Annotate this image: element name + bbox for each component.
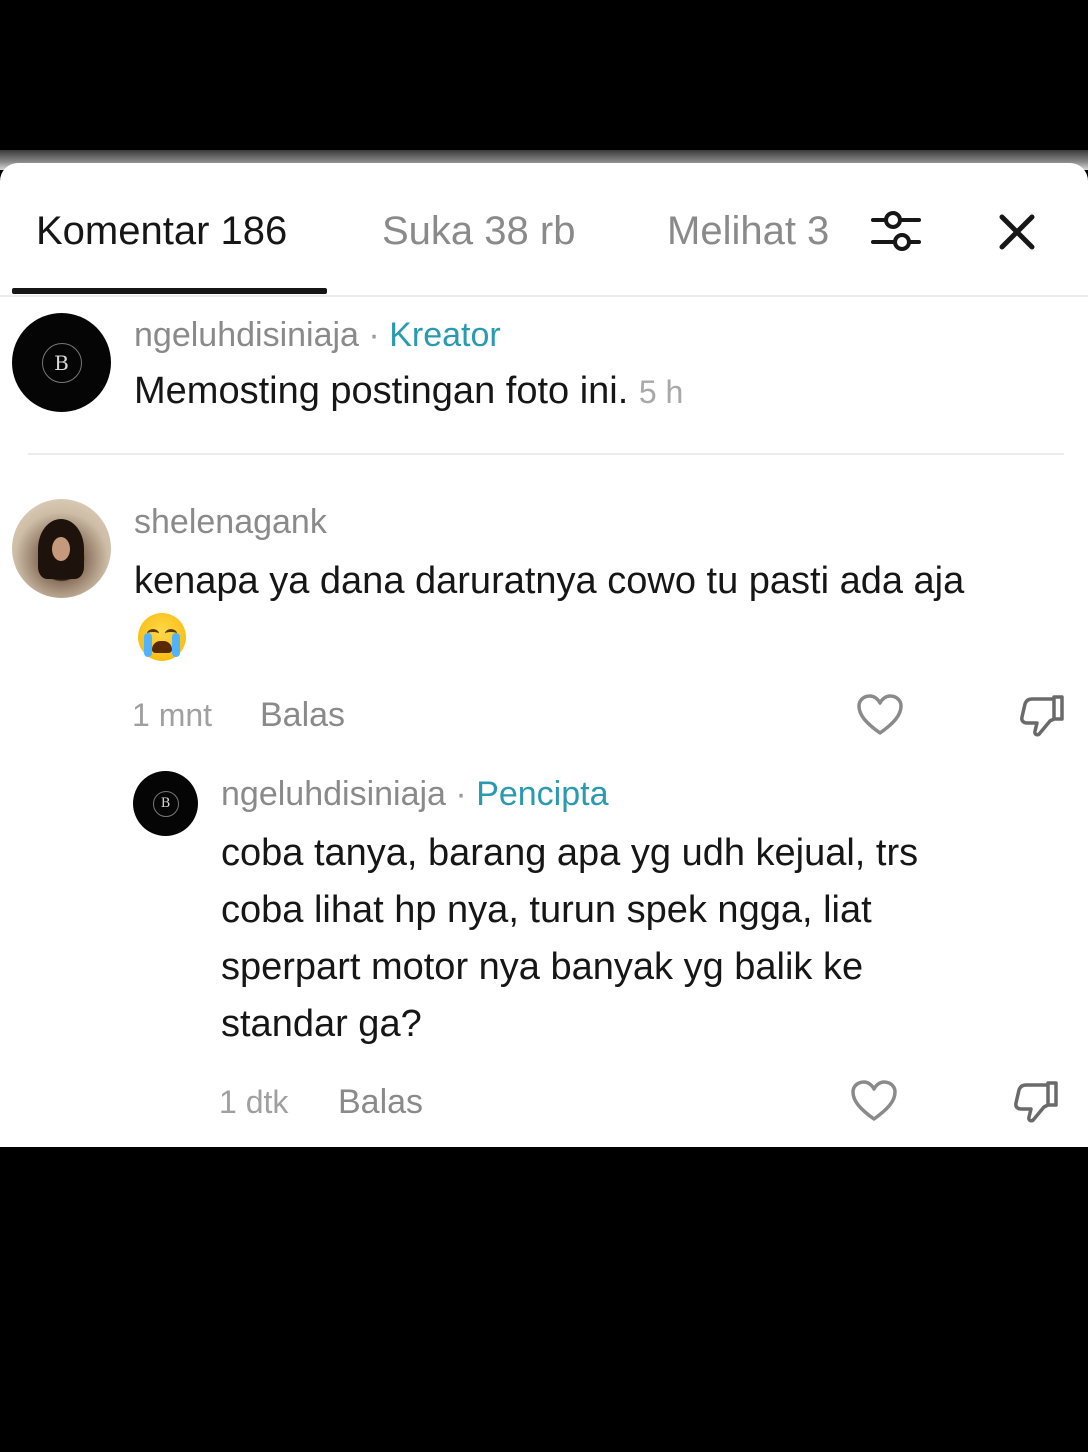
comment-like-button[interactable] <box>854 691 906 739</box>
reply-line: sperpart motor nya banyak yg balik ke <box>221 946 864 988</box>
comments-sheet: Komentar 186 Suka 38 rb Melihat 3 B ngel… <box>0 163 1088 1147</box>
avatar-monogram: B <box>41 342 82 383</box>
reply-badge: Pencipta <box>476 775 609 813</box>
thumbs-down-icon <box>1020 695 1064 737</box>
avatar-face <box>52 537 70 561</box>
tab-bar: Komentar 186 Suka 38 rb Melihat 3 <box>0 163 1088 297</box>
heart-icon <box>851 1080 897 1121</box>
filter-button[interactable] <box>866 203 926 259</box>
reply-avatar[interactable]: B <box>133 771 198 836</box>
reply-line: coba lihat hp nya, turun spek ngga, liat <box>221 889 872 931</box>
creator-avatar[interactable]: B <box>12 313 111 412</box>
divider <box>28 453 1064 455</box>
comment-text: kenapa ya dana daruratnya cowo tu pasti … <box>134 560 965 602</box>
comment-reply-button[interactable]: Balas <box>260 695 345 735</box>
reply-time: 1 dtk <box>219 1084 289 1120</box>
tab-likes[interactable]: Suka 38 rb <box>382 207 575 255</box>
reply-like-button[interactable] <box>848 1077 900 1125</box>
creator-username[interactable]: ngeluhdisiniaja <box>134 316 359 354</box>
avatar-monogram: B <box>152 790 179 817</box>
creator-username-line: ngeluhdisiniaja · Kreator <box>134 315 501 355</box>
reply-username[interactable]: ngeluhdisiniaja <box>221 775 446 813</box>
separator-dot: · <box>455 775 467 813</box>
close-button[interactable] <box>990 205 1044 259</box>
commenter-username[interactable]: shelenagank <box>134 502 327 542</box>
creator-post-time: 5 h <box>638 374 684 410</box>
creator-post-text: Memosting postingan foto ini. <box>134 370 629 412</box>
tab-comments[interactable]: Komentar 186 <box>36 207 287 255</box>
thumbs-down-icon <box>1014 1081 1058 1123</box>
reply-text: coba tanya, barang apa yg udh kejual, tr… <box>221 825 1061 1053</box>
reply-username-line: ngeluhdisiniaja · Pencipta <box>221 774 609 814</box>
creator-badge: Kreator <box>389 316 501 354</box>
loudly-crying-emoji <box>138 613 186 661</box>
reply-reply-button[interactable]: Balas <box>338 1082 423 1122</box>
heart-icon <box>857 694 903 735</box>
commenter-avatar[interactable] <box>12 499 111 598</box>
comment-time: 1 mnt <box>132 697 213 733</box>
comment-dislike-button[interactable] <box>1016 691 1068 739</box>
sliders-icon <box>871 211 921 251</box>
close-icon <box>999 214 1035 250</box>
reply-line: standar ga? <box>221 1003 422 1045</box>
tab-views[interactable]: Melihat 3 <box>667 207 837 255</box>
reply-dislike-button[interactable] <box>1010 1077 1062 1125</box>
creator-post-line: Memosting postingan foto ini. 5 h <box>134 363 683 421</box>
separator-dot: · <box>368 316 380 354</box>
reply-line: coba tanya, barang apa yg udh kejual, tr… <box>221 832 919 874</box>
active-tab-indicator <box>12 288 327 294</box>
